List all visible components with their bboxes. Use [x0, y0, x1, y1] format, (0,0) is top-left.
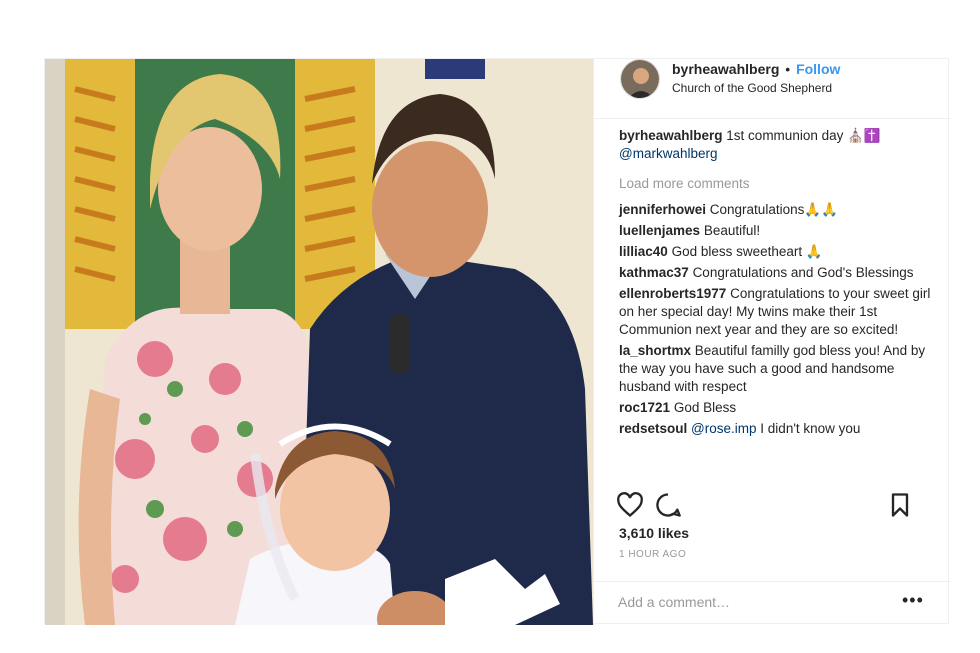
- comment-username[interactable]: ellenroberts1977: [619, 286, 726, 301]
- comment-icon: [656, 493, 681, 517]
- family-photo-illustration: [45, 59, 593, 625]
- post-header: byrheawahlberg • Follow Church of the Go…: [594, 59, 951, 119]
- comment-username[interactable]: kathmac37: [619, 265, 689, 280]
- comment-item: kathmac37 Congratulations and God's Bles…: [619, 264, 934, 282]
- comment-username[interactable]: lilliac40: [619, 244, 668, 259]
- add-comment-bar: Add a comment… •••: [594, 581, 951, 625]
- header-username[interactable]: byrheawahlberg: [672, 61, 779, 77]
- follow-button[interactable]: Follow: [796, 61, 840, 77]
- avatar[interactable]: [620, 59, 660, 99]
- comment-text: Congratulations and God's Blessings: [692, 265, 914, 280]
- post-photo[interactable]: [45, 59, 593, 625]
- bookmark-icon: [891, 493, 909, 517]
- heart-icon: [617, 492, 643, 518]
- comments-section: byrheawahlberg 1st communion day ⛪✝️ @ma…: [619, 127, 934, 441]
- comment-item: redsetsoul @rose.imp I didn't know you: [619, 420, 934, 438]
- caption-username[interactable]: byrheawahlberg: [619, 128, 723, 143]
- separator-dot: •: [785, 61, 791, 77]
- comment-item: roc1721 God Bless: [619, 399, 934, 417]
- like-button[interactable]: [616, 491, 644, 519]
- comment-username[interactable]: roc1721: [619, 400, 670, 415]
- load-more-comments-button[interactable]: Load more comments: [619, 175, 934, 193]
- comment-item: la_shortmx Beautiful familly god bless y…: [619, 342, 934, 396]
- comment-item: jenniferhowei Congratulations🙏🙏: [619, 201, 934, 219]
- comment-username[interactable]: redsetsoul: [619, 421, 687, 436]
- location-link[interactable]: Church of the Good Shepherd: [672, 81, 832, 95]
- caption-mention[interactable]: @markwahlberg: [619, 146, 718, 161]
- comment-username[interactable]: jenniferhowei: [619, 202, 706, 217]
- add-comment-input[interactable]: Add a comment…: [618, 594, 730, 610]
- comment-text: I didn't know you: [760, 421, 861, 436]
- comment-text: God bless sweetheart 🙏: [671, 244, 823, 259]
- more-options-icon[interactable]: •••: [902, 590, 924, 611]
- comment-item: lilliac40 God bless sweetheart 🙏: [619, 243, 934, 261]
- comment-item: ellenroberts1977 Congratulations to your…: [619, 285, 934, 339]
- action-bar: [616, 491, 936, 519]
- post-timestamp: 1 HOUR AGO: [619, 549, 687, 560]
- comment-text: Beautiful!: [703, 223, 761, 238]
- avatar-photo-icon: [621, 60, 659, 98]
- comment-text: God Bless: [673, 400, 737, 415]
- header-line: byrheawahlberg • Follow: [672, 61, 840, 77]
- comment-username[interactable]: la_shortmx: [619, 343, 691, 358]
- post-sidebar: byrheawahlberg • Follow Church of the Go…: [593, 59, 951, 625]
- comment-button[interactable]: [654, 491, 682, 519]
- comment-item: luellenjames Beautiful!: [619, 222, 934, 240]
- comment-text: Congratulations🙏🙏: [709, 202, 838, 217]
- save-button[interactable]: [886, 491, 914, 519]
- likes-count[interactable]: 3,610 likes: [619, 525, 689, 541]
- comment-mention[interactable]: @rose.imp: [691, 421, 756, 436]
- caption-text: 1st communion day ⛪✝️: [726, 128, 881, 143]
- instagram-post-card: byrheawahlberg • Follow Church of the Go…: [44, 58, 951, 625]
- comment-username[interactable]: luellenjames: [619, 223, 700, 238]
- caption: byrheawahlberg 1st communion day ⛪✝️ @ma…: [619, 127, 934, 163]
